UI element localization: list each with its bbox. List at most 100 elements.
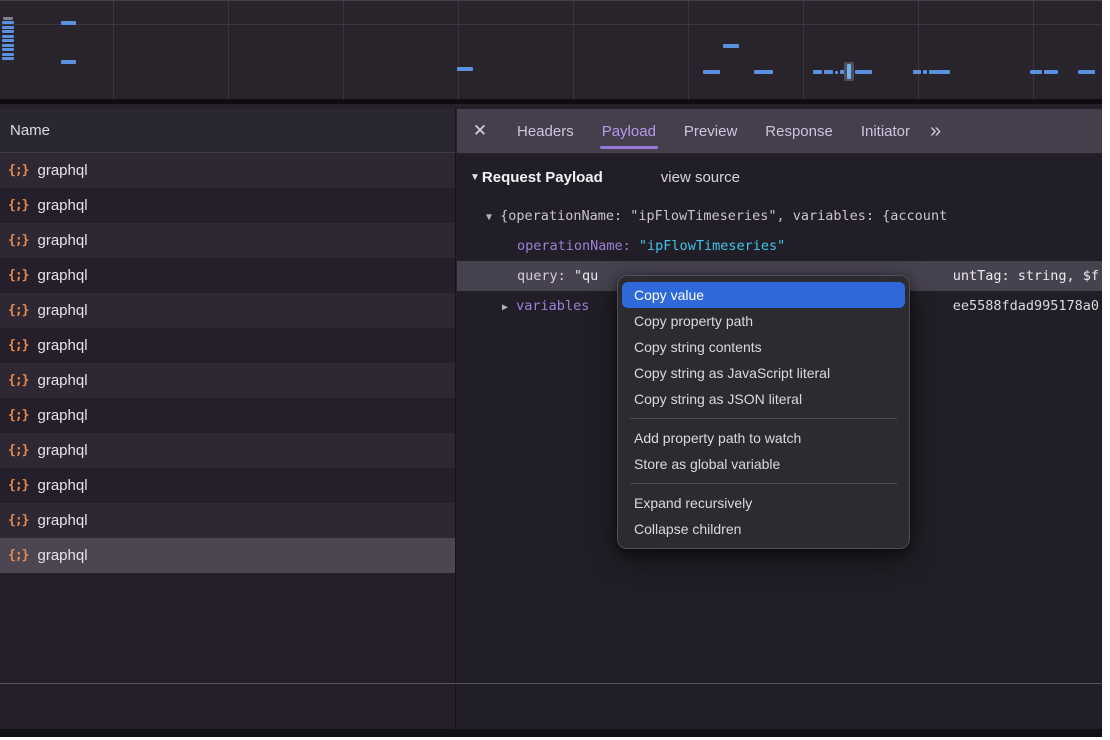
waterfall-gridline [458,1,459,99]
request-payload-section[interactable]: ▼ Request Payload view source [470,169,740,186]
waterfall-gridline [918,1,919,99]
tab-preview[interactable]: Preview [670,109,751,154]
waterfall-gridline [113,1,114,99]
menu-item-copy-value[interactable]: Copy value [622,282,905,308]
menu-item-store-as-global-variable[interactable]: Store as global variable [618,451,909,477]
request-name-label: graphql [37,267,87,284]
waterfall-gridline [1033,1,1034,99]
property-key: variables [516,298,589,314]
json-braces-icon: {;} [8,443,28,458]
waterfall-gridline [573,1,574,99]
request-name-label: graphql [37,302,87,319]
request-timing-bar[interactable] [457,67,473,71]
waterfall-gridline [343,1,344,99]
request-row-graphql[interactable]: {;} graphql [0,538,455,573]
request-timing-bar[interactable] [1078,70,1095,74]
view-source-link[interactable]: view source [661,169,740,186]
property-value-left: "qu [574,268,598,284]
request-row-graphql[interactable]: {;}graphql [0,398,455,433]
request-name-label: graphql [37,512,87,529]
tab-response[interactable]: Response [751,109,847,154]
context-menu: Copy valueCopy property pathCopy string … [617,275,910,549]
request-timing-bar[interactable] [2,39,14,42]
request-timing-bar[interactable] [2,57,14,60]
request-name-label: graphql [37,197,87,214]
menu-item-copy-string-as-json-literal[interactable]: Copy string as JSON literal [618,386,909,412]
close-icon[interactable]: ✕ [457,121,503,141]
tab-overflow-chevron-icon[interactable]: » [930,109,941,154]
request-timing-bar[interactable] [1030,70,1042,74]
request-row-graphql[interactable]: {;} graphql [0,293,455,328]
request-timing-bar[interactable] [2,48,14,51]
menu-item-copy-property-path[interactable]: Copy property path [618,308,909,334]
name-column-header[interactable]: Name [0,109,455,153]
request-timing-bar[interactable] [813,70,822,74]
request-timing-bar[interactable] [929,70,950,74]
request-timing-bar[interactable] [3,17,13,20]
tab-headers[interactable]: Headers [503,109,588,154]
json-braces-icon: {;} [8,478,28,493]
request-timing-bar[interactable] [835,71,838,74]
json-braces-icon: {;} [8,163,28,178]
request-timing-bar[interactable] [1044,70,1058,74]
request-name-label: graphql [37,547,87,564]
tab-initiator[interactable]: Initiator [847,109,924,154]
payload-summary-text: {operationName: "ipFlowTimeseries", vari… [500,208,947,224]
property-value: "ipFlowTimeseries" [639,238,785,254]
request-timing-bar[interactable] [2,35,14,38]
request-row-graphql[interactable]: {;}graphql [0,188,455,223]
request-row-graphql[interactable]: {;} graphql [0,503,455,538]
json-braces-icon: {;} [8,513,28,528]
request-name-label: graphql [37,442,87,459]
request-row-graphql[interactable]: {;} graphql [0,328,455,363]
menu-item-expand-recursively[interactable]: Expand recursively [618,490,909,516]
payload-root-row[interactable]: ▼ {operationName: "ipFlowTimeseries", va… [457,201,1102,231]
operation-name-row[interactable]: operationName: "ipFlowTimeseries" [457,231,1102,261]
request-timing-bar[interactable] [2,26,14,29]
request-timing-bar[interactable] [824,70,833,74]
request-row-graphql[interactable]: {;} graphql [0,153,455,188]
property-key: query: [517,268,574,284]
request-row-graphql[interactable]: {;}graphql [0,363,455,398]
request-timing-bar[interactable] [2,53,14,56]
menu-item-copy-string-as-javascript-literal[interactable]: Copy string as JavaScript literal [618,360,909,386]
menu-item-copy-string-contents[interactable]: Copy string contents [618,334,909,360]
json-braces-icon: {;} [8,233,28,248]
disclosure-expanded-icon: ▼ [486,212,492,223]
menu-item-collapse-children[interactable]: Collapse children [618,516,909,542]
disclosure-collapsed-icon: ▶ [502,302,508,313]
request-name-label: graphql [37,162,87,179]
request-timing-bar[interactable] [923,70,927,74]
request-row-graphql[interactable]: {;} graphql [0,433,455,468]
request-timing-bar[interactable] [2,44,14,47]
menu-item-add-property-path-to-watch[interactable]: Add property path to watch [618,425,909,451]
waterfall-gridline [688,1,689,99]
property-value-right-fragment: ee5588fdad995178a0 [953,291,1099,321]
request-name-label: graphql [37,337,87,354]
json-braces-icon: {;} [8,268,28,283]
request-row-graphql[interactable]: {;} graphql [0,468,455,503]
json-braces-icon: {;} [8,548,28,563]
network-overview-waterfall[interactable] [0,1,1102,104]
json-braces-icon: {;} [8,303,28,318]
request-timing-bar[interactable] [913,70,921,74]
request-timing-bar[interactable] [723,44,739,48]
request-name-label: graphql [37,232,87,249]
property-key: operationName: [517,238,639,254]
request-timing-bar[interactable] [2,30,14,33]
request-timing-bar[interactable] [703,70,720,74]
tab-payload[interactable]: Payload [588,109,670,154]
request-row-graphql[interactable]: {;} graphql [0,223,455,258]
request-name-label: graphql [37,477,87,494]
disclosure-expanded-icon: ▼ [470,172,480,183]
request-timing-bar[interactable] [61,60,76,64]
request-row-graphql[interactable]: {;} graphql [0,258,455,293]
request-timing-bar[interactable] [2,21,14,24]
footer-divider [0,683,1102,684]
request-timing-bar[interactable] [754,70,773,74]
request-timing-bar[interactable] [855,70,872,74]
request-timing-bar[interactable] [61,21,76,25]
property-value-right-fragment: untTag: string, $f [953,261,1099,291]
section-title: Request Payload [482,169,603,186]
json-braces-icon: {;} [8,338,28,353]
